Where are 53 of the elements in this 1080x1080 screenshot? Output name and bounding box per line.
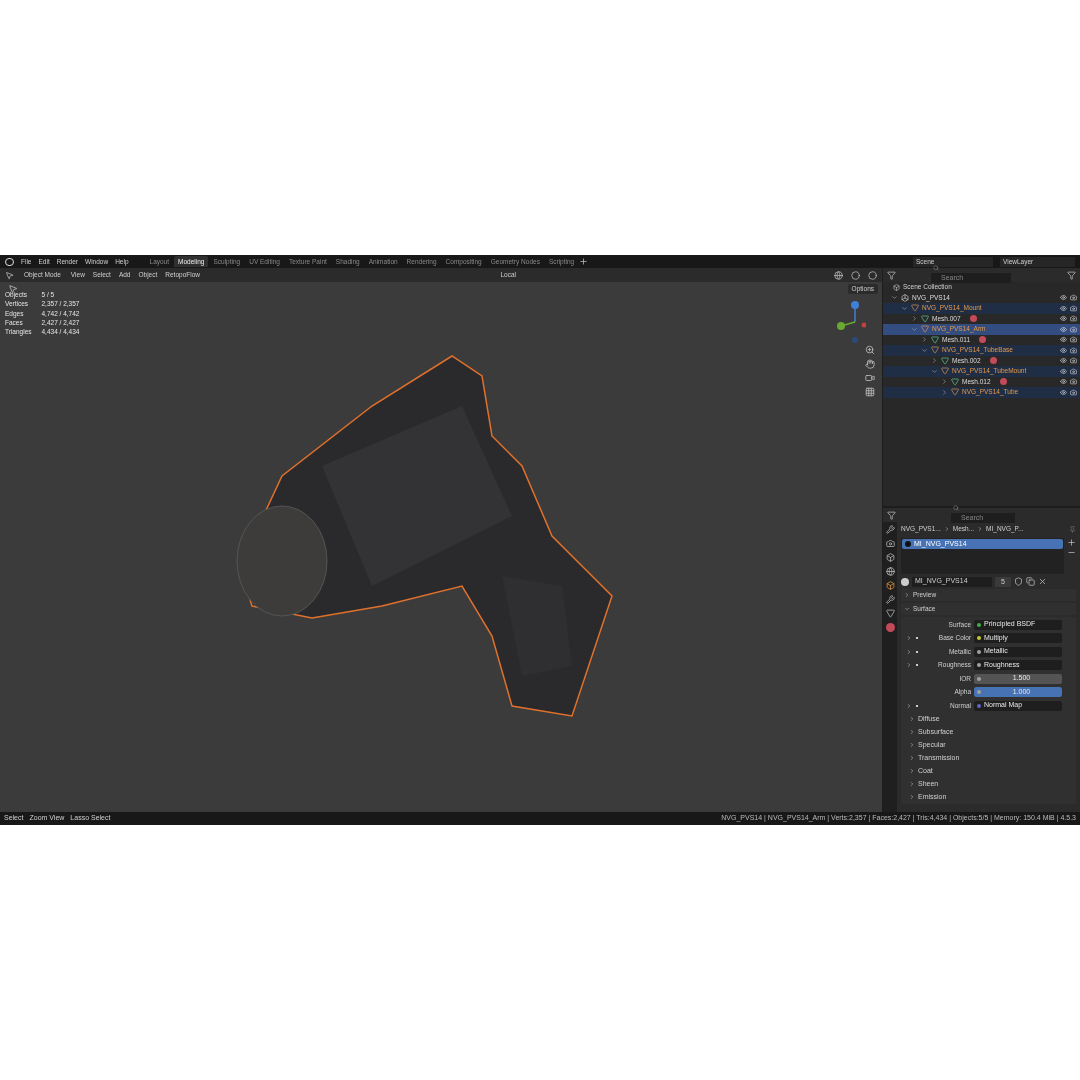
display-mode-icon[interactable] (887, 270, 896, 280)
editor-type-icon[interactable] (887, 510, 896, 520)
visibility-eye-icon[interactable] (1060, 346, 1067, 354)
render-camera-icon[interactable] (1070, 294, 1077, 302)
filter-icon[interactable] (1067, 270, 1076, 280)
visibility-eye-icon[interactable] (1060, 388, 1067, 396)
zoom-icon[interactable] (865, 345, 875, 355)
add-slot-icon[interactable] (1067, 538, 1076, 547)
output-tab-icon[interactable] (885, 553, 895, 562)
material-preview-icon[interactable] (901, 577, 909, 586)
fake-user-icon[interactable] (1013, 577, 1023, 586)
navigation-gizmo-icon[interactable] (836, 300, 866, 344)
render-camera-icon[interactable] (1070, 357, 1077, 365)
editor-type-icon[interactable] (5, 270, 14, 280)
material-tab-icon[interactable] (885, 623, 895, 632)
visibility-eye-icon[interactable] (1060, 294, 1067, 302)
visibility-eye-icon[interactable] (1060, 378, 1067, 386)
render-camera-icon[interactable] (1070, 315, 1077, 323)
modifier-tab-icon[interactable] (885, 595, 895, 604)
visibility-eye-icon[interactable] (1060, 357, 1067, 365)
camera-view-icon[interactable] (865, 373, 875, 383)
add-workspace-icon[interactable] (579, 257, 589, 266)
perspective-grid-icon[interactable] (865, 387, 875, 397)
breadcrumb-separator-icon (977, 526, 984, 532)
render-camera-icon[interactable] (1070, 304, 1077, 312)
unlink-icon[interactable] (1037, 577, 1047, 586)
collection-icon (901, 293, 909, 302)
render-camera-icon[interactable] (1070, 388, 1077, 396)
world-tab-icon[interactable] (885, 567, 895, 576)
shading-mode-icon[interactable] (834, 270, 843, 280)
search-icon (953, 505, 959, 511)
render-tab-icon[interactable] (885, 539, 895, 548)
breadcrumb-separator-icon (943, 526, 950, 532)
object-tab-icon[interactable] (885, 581, 895, 590)
tool-tab-icon[interactable] (885, 525, 895, 534)
visibility-eye-icon[interactable] (1060, 367, 1067, 375)
render-camera-icon[interactable] (1070, 346, 1077, 354)
render-camera-icon[interactable] (1070, 325, 1077, 333)
render-camera-icon[interactable] (1070, 336, 1077, 344)
data-tab-icon[interactable] (885, 609, 895, 618)
material-shading-icon[interactable] (868, 270, 877, 280)
visibility-eye-icon[interactable] (1060, 315, 1067, 323)
pan-hand-icon[interactable] (865, 359, 875, 369)
duplicate-icon[interactable] (1025, 577, 1035, 586)
visibility-eye-icon[interactable] (1060, 336, 1067, 344)
render-camera-icon[interactable] (1070, 367, 1077, 375)
render-camera-icon[interactable] (1070, 378, 1077, 386)
search-icon (933, 265, 939, 271)
select-tool-icon[interactable] (8, 284, 18, 294)
visibility-eye-icon[interactable] (1060, 325, 1067, 333)
scene-collection-icon (893, 283, 900, 291)
solid-shading-icon[interactable] (851, 270, 860, 280)
visibility-eye-icon[interactable] (1060, 304, 1067, 312)
